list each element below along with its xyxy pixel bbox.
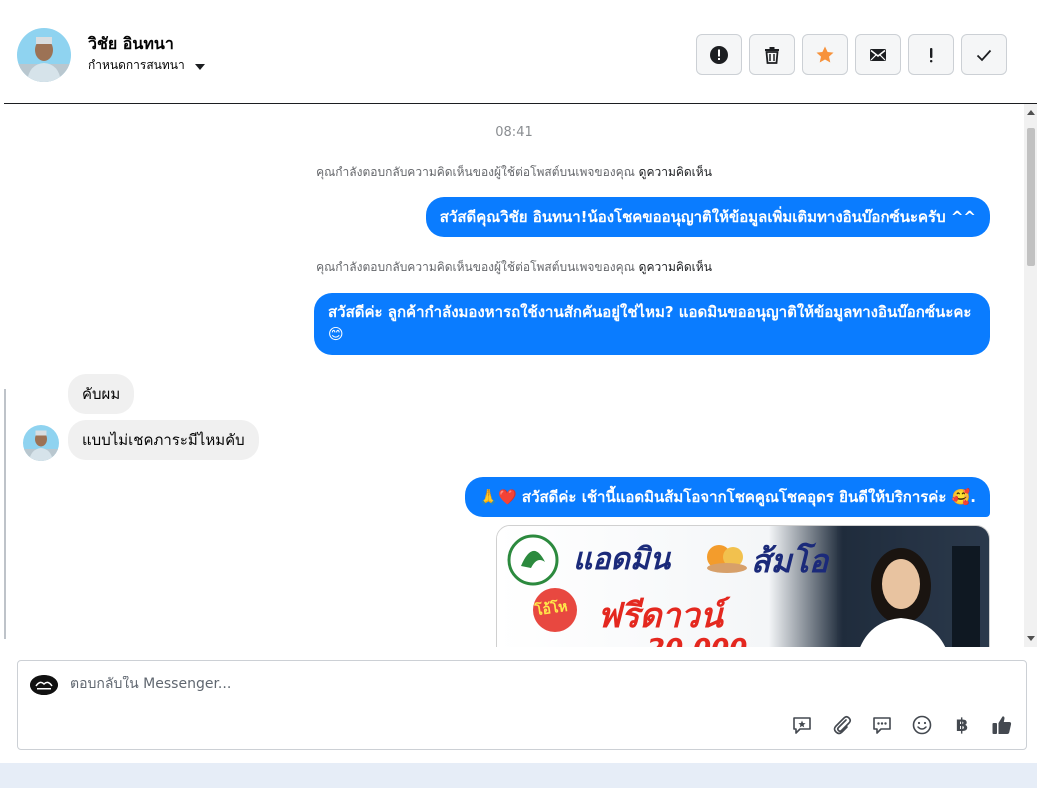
- promo-image[interactable]: แอดมิน ส้มโอ โอ้โห ฟรีดาวน์ 20,000: [496, 525, 990, 647]
- report-spam-button[interactable]: [696, 34, 742, 75]
- message-timestamp: 08:41: [495, 125, 533, 140]
- message-bubble-outgoing: 🙏❤️ สวัสดีค่ะ เช้านี้แอดมินส้มโอจากโชคคู…: [465, 477, 990, 517]
- attachment-icon: [833, 715, 852, 735]
- message-bubble-outgoing: สวัสดีคุณวิชัย อินทนา!น้องโชคขออนุญาติให…: [425, 197, 990, 237]
- scroll-up-arrow-icon[interactable]: [1027, 110, 1035, 115]
- conversation-actions: [696, 34, 1007, 75]
- comment-reply-note-text: คุณกำลังตอบกลับความคิดเห็นของผู้ใช้ต่อโพ…: [316, 165, 635, 179]
- comment-reply-note-text: คุณกำลังตอบกลับความคิดเห็นของผู้ใช้ต่อโพ…: [316, 260, 635, 274]
- promo-badge: โอ้โห: [534, 598, 569, 620]
- emoji-icon: [912, 715, 932, 735]
- mark-unread-button[interactable]: [855, 34, 901, 75]
- page-avatar: [30, 675, 58, 695]
- thread-scrollbar[interactable]: [1024, 104, 1037, 647]
- payment-button[interactable]: ฿: [950, 713, 974, 737]
- comment-reply-note: คุณกำลังตอบกลับความคิดเห็นของผู้ใช้ต่อโพ…: [4, 258, 1024, 277]
- promo-amount: 20,000: [647, 634, 747, 647]
- page-footer-band: [0, 763, 1037, 788]
- mark-done-button[interactable]: [961, 34, 1007, 75]
- emoji-button[interactable]: [910, 713, 934, 737]
- message-bubble-incoming: แบบไม่เชคภาระมีไหมคับ: [68, 420, 259, 460]
- composer-tools: ฿: [790, 713, 1014, 737]
- follow-up-button[interactable]: [908, 34, 954, 75]
- promo-headline-name: ส้มโอ: [751, 542, 829, 580]
- star-button[interactable]: [802, 34, 848, 75]
- exclamation-icon: [930, 47, 933, 62]
- like-button[interactable]: [990, 713, 1014, 737]
- baht-icon: ฿: [955, 714, 969, 736]
- comment-button[interactable]: [870, 713, 894, 737]
- scroll-thumb[interactable]: [1027, 128, 1035, 266]
- reply-composer: ฿: [17, 660, 1027, 750]
- saved-reply-icon: [793, 717, 811, 734]
- contact-avatar-small: [23, 425, 59, 461]
- message-bubble-outgoing: สวัสดีค่ะ ลูกค้ากำลังมองหารถใช้งานสักคัน…: [314, 293, 990, 355]
- comment-reply-note: คุณกำลังตอบกลับความคิดเห็นของผู้ใช้ต่อโพ…: [4, 163, 1024, 182]
- message-thread[interactable]: 08:41 คุณกำลังตอบกลับความคิดเห็นของผู้ใช…: [4, 104, 1024, 647]
- message-bubble-incoming: คับผม: [68, 374, 135, 414]
- scroll-down-arrow-icon[interactable]: [1027, 636, 1035, 641]
- like-icon: [992, 716, 1012, 734]
- reply-input[interactable]: [70, 676, 770, 692]
- caret-down-icon: [194, 63, 205, 70]
- alert-circle-icon: [710, 45, 728, 64]
- thread-divider: [4, 389, 6, 639]
- view-comment-link[interactable]: ดูความคิดเห็น: [639, 260, 712, 274]
- conversation-settings-dropdown[interactable]: กำหนดการสนทนา: [88, 56, 205, 75]
- envelope-icon: [870, 48, 886, 61]
- trash-icon: [765, 46, 779, 64]
- comment-icon: [873, 717, 891, 734]
- delete-button[interactable]: [749, 34, 795, 75]
- attachment-button[interactable]: [830, 713, 854, 737]
- saved-reply-button[interactable]: [790, 713, 814, 737]
- star-icon: [816, 46, 834, 62]
- contact-name[interactable]: วิชัย อินทนา: [88, 32, 174, 57]
- conversation-settings-label: กำหนดการสนทนา: [88, 58, 185, 72]
- check-icon: [976, 49, 992, 61]
- conversation-header: วิชัย อินทนา กำหนดการสนทนา: [4, 6, 1037, 104]
- view-comment-link[interactable]: ดูความคิดเห็น: [639, 165, 712, 179]
- promo-headline-admin: แอดมิน: [573, 542, 671, 577]
- contact-avatar[interactable]: [17, 28, 71, 82]
